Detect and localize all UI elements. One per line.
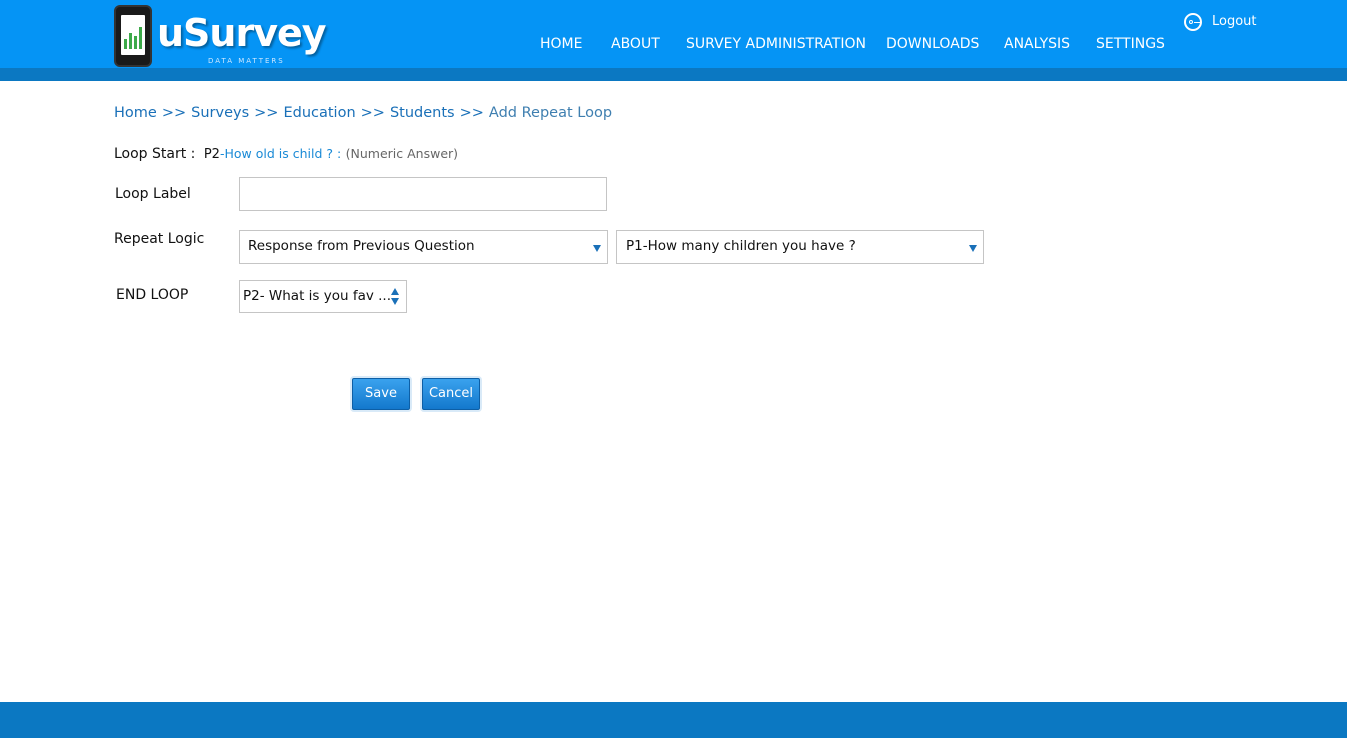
brand-tagline: DATA MATTERS: [208, 57, 285, 65]
loop-start-label: Loop Start :: [114, 146, 196, 162]
breadcrumb-home[interactable]: Home: [114, 105, 157, 121]
chevron-down-icon: [969, 245, 977, 252]
breadcrumb-separator: >>: [459, 105, 484, 121]
nav-downloads[interactable]: DOWNLOADS: [886, 36, 979, 52]
nav-analysis[interactable]: ANALYSIS: [1004, 36, 1070, 52]
header-stripe: [0, 68, 1347, 81]
cancel-button[interactable]: Cancel: [422, 378, 480, 410]
chevron-down-icon: [593, 245, 601, 252]
nav-home[interactable]: HOME: [540, 36, 582, 52]
breadcrumb-surveys[interactable]: Surveys: [191, 105, 249, 121]
up-down-arrows-icon: [391, 288, 399, 306]
loop-start-question-type: (Numeric Answer): [345, 146, 459, 161]
breadcrumb: Home >> Surveys >> Education >> Students >> Add …: [114, 105, 612, 121]
logout-label: Logout: [1212, 14, 1257, 29]
breadcrumb-current: Add Repeat Loop: [488, 105, 613, 121]
loop-start-info: Loop Start : P2-How old is child ? : (Nu…: [114, 146, 458, 162]
loop-label-label: Loop Label: [115, 186, 191, 202]
nav-settings[interactable]: SETTINGS: [1096, 36, 1165, 52]
footer-bar: [0, 702, 1347, 738]
breadcrumb-students[interactable]: Students: [390, 105, 455, 121]
nav-survey-administration[interactable]: SURVEY ADMINISTRATION: [686, 36, 866, 52]
loop-start-question-code: P2: [203, 147, 220, 162]
repeat-logic-label: Repeat Logic: [114, 231, 205, 247]
breadcrumb-separator: >>: [161, 105, 187, 121]
end-loop-select[interactable]: P2- What is you fav ...: [239, 280, 407, 313]
phone-chart-icon: [114, 5, 152, 67]
end-loop-label: END LOOP: [116, 287, 189, 303]
key-icon: [1184, 13, 1202, 31]
breadcrumb-education[interactable]: Education: [283, 105, 355, 121]
breadcrumb-separator: >>: [254, 105, 279, 121]
nav-about[interactable]: ABOUT: [611, 36, 660, 52]
breadcrumb-separator: >>: [360, 105, 385, 121]
save-button[interactable]: Save: [352, 378, 410, 410]
repeat-logic-value: Response from Previous Question: [248, 238, 475, 254]
loop-start-question-text: How old is child ? :: [224, 146, 342, 161]
repeat-logic-select[interactable]: Response from Previous Question: [239, 230, 608, 264]
repeat-logic-question-value: P1-How many children you have ?: [626, 238, 856, 254]
repeat-logic-question-select[interactable]: P1-How many children you have ?: [616, 230, 984, 264]
brand-name: uSurvey: [157, 11, 327, 55]
loop-label-input[interactable]: [239, 177, 607, 211]
end-loop-value: P2- What is you fav ...: [243, 288, 392, 304]
